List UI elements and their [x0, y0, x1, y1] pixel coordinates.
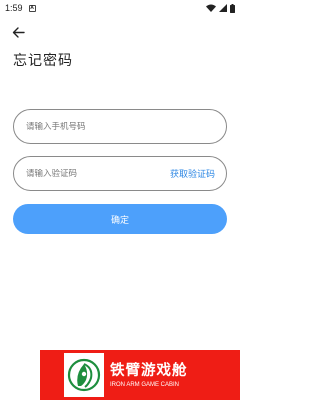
phone-input[interactable]: [26, 121, 214, 132]
ad-logo: [64, 353, 104, 397]
verification-code-input[interactable]: [26, 168, 166, 179]
ad-title: 铁臂游戏舱: [110, 362, 188, 379]
phone-field[interactable]: [13, 109, 227, 144]
ad-text: 铁臂游戏舱 IRON ARM GAME CABIN: [110, 363, 188, 388]
get-code-button[interactable]: 获取验证码: [170, 167, 215, 180]
wifi-icon: [206, 4, 216, 12]
status-time: 1:59: [5, 3, 23, 13]
ad-subtitle: IRON ARM GAME CABIN: [110, 381, 180, 388]
arrow-left-icon: [12, 26, 25, 38]
status-bar: 1:59 A: [0, 0, 240, 16]
ad-banner[interactable]: 铁臂游戏舱 IRON ARM GAME CABIN: [40, 350, 240, 400]
page-title: 忘记密码: [13, 53, 73, 69]
confirm-button[interactable]: 确定: [13, 204, 227, 234]
code-field[interactable]: 获取验证码: [13, 156, 227, 191]
signal-icon: [219, 4, 227, 12]
status-icons: [206, 3, 235, 13]
back-button[interactable]: [9, 24, 27, 40]
notification-icon: A: [28, 4, 36, 12]
robot-arm-icon: [67, 358, 101, 392]
battery-icon: [230, 3, 235, 13]
